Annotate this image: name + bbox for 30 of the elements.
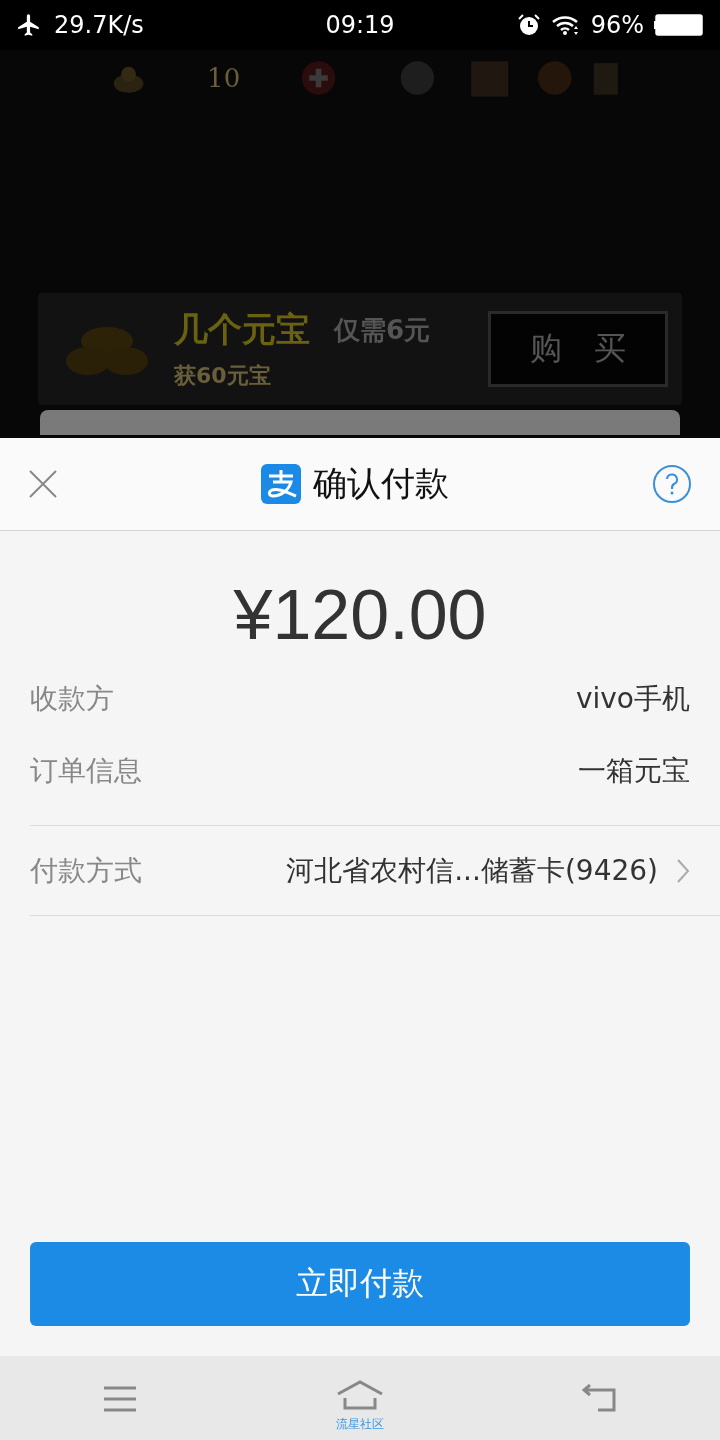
row-label: 收款方	[30, 681, 114, 717]
menu-icon[interactable]	[103, 1386, 137, 1412]
row-label: 订单信息	[30, 753, 142, 789]
airplane-icon	[16, 12, 42, 38]
row-value: 一箱元宝	[578, 753, 690, 789]
payment-amount: ¥120.00	[232, 575, 488, 656]
payment-method-row[interactable]: 付款方式 河北省农村信...储蓄卡(9426)	[30, 825, 720, 916]
row-label: 付款方式	[30, 852, 142, 889]
item-count: 10	[207, 62, 241, 93]
row-value: 河北省农村信...储蓄卡(9426)	[286, 852, 658, 889]
offer-reward: 获60元宝	[174, 362, 272, 390]
back-icon[interactable]	[582, 1384, 618, 1414]
row-value: vivo手机	[575, 681, 690, 717]
help-icon[interactable]	[652, 464, 692, 504]
close-icon[interactable]	[28, 469, 58, 499]
home-icon[interactable]	[336, 1380, 384, 1410]
sheet-title: 确认付款	[313, 462, 449, 505]
battery-icon	[654, 14, 704, 36]
buy-button[interactable]: 购 买	[488, 311, 668, 387]
chevron-right-icon	[676, 857, 690, 884]
alarm-icon	[516, 13, 541, 37]
network-speed: 29.7K/s	[54, 11, 144, 39]
pay-now-button[interactable]: 立即付款	[30, 1242, 690, 1326]
clock-time: 09:19	[325, 11, 395, 39]
offer-title: 几个元宝	[174, 308, 310, 351]
offer-price: 仅需6元	[334, 314, 431, 347]
wallet-logo-icon	[261, 464, 301, 504]
wifi-icon	[550, 14, 581, 36]
home-label: 流星社区	[336, 1416, 384, 1433]
battery-percent: 96%	[590, 11, 644, 39]
